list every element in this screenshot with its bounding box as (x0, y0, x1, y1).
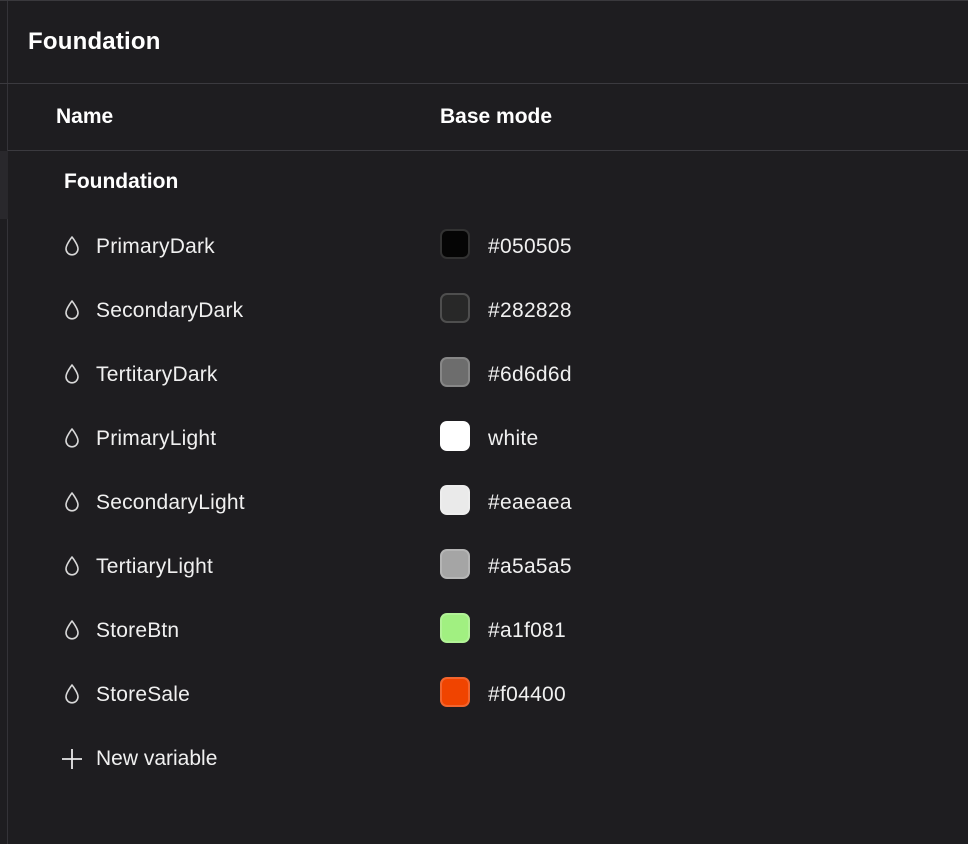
column-header-base-mode[interactable]: Base mode (440, 105, 552, 129)
variable-name[interactable]: TertitaryDark (96, 363, 218, 387)
variable-value[interactable]: #a1f081 (488, 619, 566, 643)
variable-value[interactable]: #050505 (488, 235, 572, 259)
panel-title: Foundation (28, 28, 161, 55)
panel-header: Foundation (0, 1, 968, 84)
new-variable-label: New variable (96, 747, 218, 770)
variable-value[interactable]: #282828 (488, 299, 572, 323)
plus-icon (62, 749, 82, 769)
color-drop-icon (65, 492, 79, 512)
variable-value[interactable]: #f04400 (488, 683, 566, 707)
variable-name[interactable]: PrimaryDark (96, 235, 215, 259)
group-title[interactable]: Foundation (64, 170, 178, 194)
variable-name[interactable]: TertiaryLight (96, 555, 213, 579)
color-drop-icon (65, 556, 79, 576)
color-drop-icon (65, 236, 79, 256)
variable-name[interactable]: StoreBtn (96, 619, 179, 643)
color-swatch[interactable] (440, 357, 470, 387)
color-drop-icon (65, 428, 79, 448)
color-swatch[interactable] (440, 229, 470, 259)
variable-row[interactable]: StoreSale #f04400 (8, 663, 968, 727)
table-header: Name Base mode (8, 84, 968, 151)
variable-value[interactable]: white (488, 427, 539, 451)
variable-value[interactable]: #a5a5a5 (488, 555, 572, 579)
variable-row[interactable]: TertiaryLight #a5a5a5 (8, 535, 968, 599)
color-swatch[interactable] (440, 549, 470, 579)
color-drop-icon (65, 300, 79, 320)
variable-name[interactable]: SecondaryLight (96, 491, 245, 515)
color-drop-icon (65, 364, 79, 384)
color-swatch[interactable] (440, 613, 470, 643)
color-drop-icon (65, 684, 79, 704)
new-variable-button[interactable]: New variable (8, 727, 308, 791)
variable-row[interactable]: SecondaryLight #eaeaea (8, 471, 968, 535)
color-swatch[interactable] (440, 293, 470, 323)
variable-row[interactable]: PrimaryDark #050505 (8, 215, 968, 279)
color-swatch[interactable] (440, 485, 470, 515)
variable-value[interactable]: #eaeaea (488, 491, 572, 515)
variable-row[interactable]: TertitaryDark #6d6d6d (8, 343, 968, 407)
color-swatch[interactable] (440, 421, 470, 451)
variable-value[interactable]: #6d6d6d (488, 363, 572, 387)
color-swatch[interactable] (440, 677, 470, 707)
variable-row[interactable]: PrimaryLight white (8, 407, 968, 471)
color-drop-icon (65, 620, 79, 640)
left-panel-selection[interactable] (0, 151, 8, 219)
variable-name[interactable]: StoreSale (96, 683, 190, 707)
variable-name[interactable]: PrimaryLight (96, 427, 216, 451)
variable-row[interactable]: SecondaryDark #282828 (8, 279, 968, 343)
variable-name[interactable]: SecondaryDark (96, 299, 243, 323)
variables-panel: Foundation Name Base mode Foundation Pri… (0, 0, 968, 844)
column-header-name[interactable]: Name (56, 105, 113, 129)
variable-row[interactable]: StoreBtn #a1f081 (8, 599, 968, 663)
left-panel-edge (0, 1, 8, 844)
